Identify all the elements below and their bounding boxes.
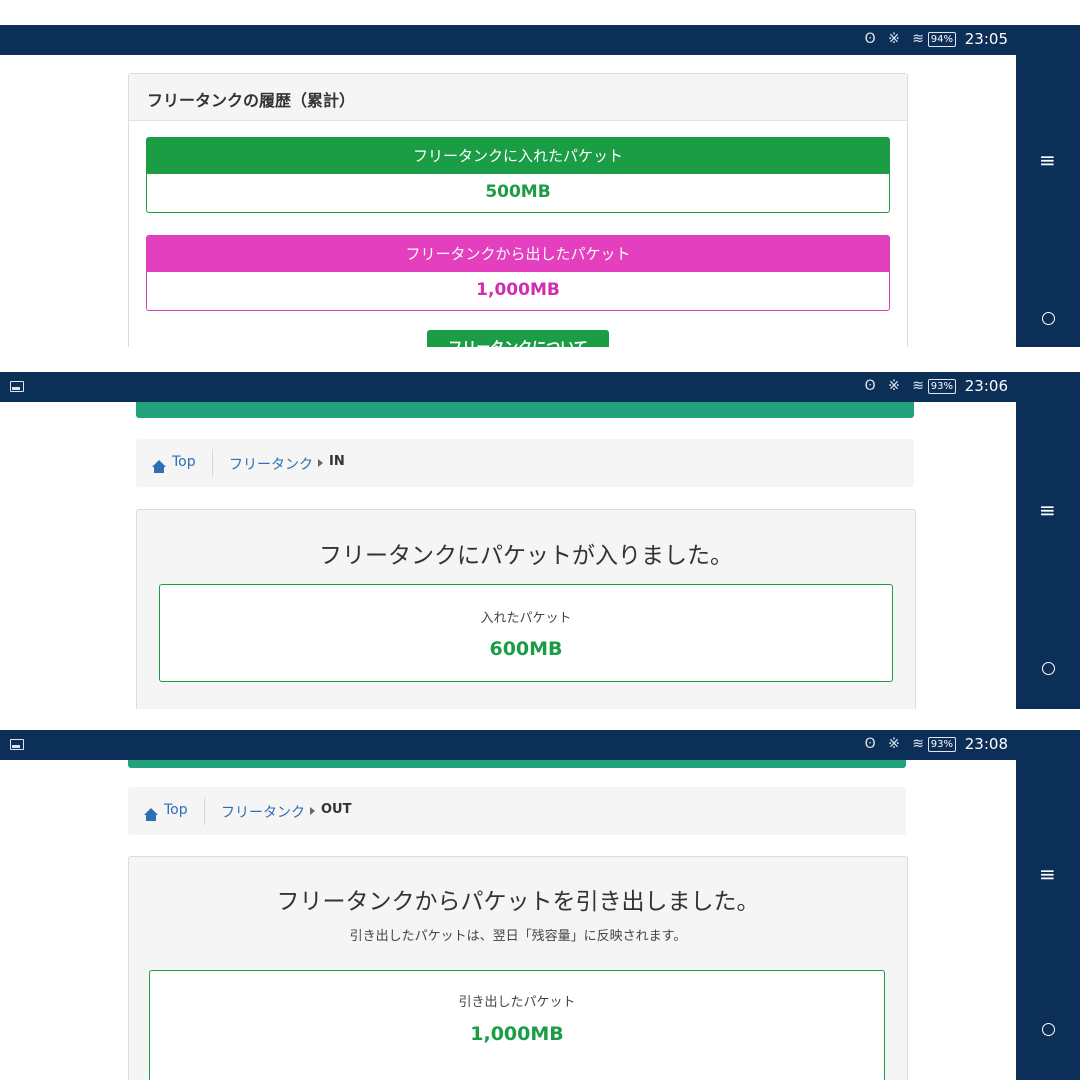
screenshot-panel-history: ʘ ※ ≋ 94% 23:05 フリータンクの履歴（累計） フリータンクに入れた… xyxy=(0,25,1080,347)
stat-packets-out: フリータンクから出したパケット 1,000MB xyxy=(146,235,890,311)
breadcrumb-top-label: Top xyxy=(172,454,196,470)
breadcrumb-arrow-icon xyxy=(318,459,323,467)
menu-icon[interactable]: ≡ xyxy=(1039,150,1056,170)
stat-packets-in: フリータンクに入れたパケット 500MB xyxy=(146,137,890,213)
breadcrumb-divider xyxy=(204,797,205,825)
result-heading: フリータンクにパケットが入りました。 xyxy=(319,543,733,569)
status-bar: ʘ ※ ≋ 94% 23:05 xyxy=(0,25,1016,55)
status-time: 23:05 xyxy=(964,30,1008,48)
status-bar: ʘ ※ ≋ 93% 23:08 xyxy=(0,730,1016,760)
gallery-icon xyxy=(10,739,24,750)
battery-indicator: 94% xyxy=(927,32,956,47)
status-time: 23:06 xyxy=(964,377,1008,395)
result-heading: フリータンクからパケットを引き出しました。 xyxy=(276,889,760,915)
home-circle-icon[interactable] xyxy=(1042,312,1055,325)
navigation-bar: ≡ xyxy=(1016,372,1080,709)
history-card-title: フリータンクの履歴（累計） xyxy=(147,91,356,110)
stat-packets-out-value: 1,000MB xyxy=(476,280,560,300)
stat-packets-out-label: フリータンクから出したパケット xyxy=(147,236,889,272)
breadcrumb-divider xyxy=(212,449,213,477)
home-icon xyxy=(152,460,166,473)
home-circle-icon[interactable] xyxy=(1042,1023,1055,1036)
status-bar: ʘ ※ ≋ 93% 23:06 xyxy=(0,372,1016,402)
status-icons: ʘ ※ ≋ xyxy=(864,736,928,752)
home-icon xyxy=(144,808,158,821)
status-time: 23:08 xyxy=(964,735,1008,753)
gallery-icon xyxy=(10,381,24,392)
result-card-in: フリータンクにパケットが入りました。 入れたパケット 600MB xyxy=(136,509,916,709)
battery-indicator: 93% xyxy=(927,737,956,752)
status-icons: ʘ ※ ≋ xyxy=(864,31,928,47)
breadcrumb: Top フリータンク IN xyxy=(136,439,914,487)
screenshot-panel-out: ʘ ※ ≋ 93% 23:08 Top フリータンク OUT フリータンクからパ… xyxy=(0,730,1080,1080)
result-card-out: フリータンクからパケットを引き出しました。 引き出したパケットは、翌日「残容量」… xyxy=(128,856,908,1080)
menu-icon[interactable]: ≡ xyxy=(1039,500,1056,520)
result-box-value: 1,000MB xyxy=(470,1023,564,1045)
result-box: 引き出したパケット 1,000MB xyxy=(149,970,885,1080)
breadcrumb-top-link[interactable]: Top xyxy=(144,802,188,821)
result-box-label: 引き出したパケット xyxy=(458,995,576,1010)
stat-packets-in-label: フリータンクに入れたパケット xyxy=(147,138,889,174)
screenshot-panel-in: ʘ ※ ≋ 93% 23:06 Top フリータンク IN フリータンクにパケッ… xyxy=(0,372,1080,709)
history-card-header: フリータンクの履歴（累計） xyxy=(129,74,907,121)
breadcrumb-section-link[interactable]: フリータンク xyxy=(229,454,313,474)
navigation-bar: ≡ xyxy=(1016,25,1080,347)
result-box: 入れたパケット 600MB xyxy=(159,584,893,682)
breadcrumb-section-link[interactable]: フリータンク xyxy=(221,802,305,822)
menu-icon[interactable]: ≡ xyxy=(1039,864,1056,884)
breadcrumb-top-link[interactable]: Top xyxy=(152,454,196,473)
home-circle-icon[interactable] xyxy=(1042,662,1055,675)
battery-indicator: 93% xyxy=(927,379,956,394)
breadcrumb-top-label: Top xyxy=(164,802,188,818)
about-free-tank-button[interactable]: フリータンクについて xyxy=(427,330,609,347)
status-icons: ʘ ※ ≋ xyxy=(864,378,928,394)
breadcrumb-current: OUT xyxy=(321,802,352,817)
breadcrumb-current: IN xyxy=(329,454,345,469)
breadcrumb-arrow-icon xyxy=(310,807,315,815)
result-box-label: 入れたパケット xyxy=(480,611,572,626)
navigation-bar: ≡ xyxy=(1016,730,1080,1080)
header-strip xyxy=(136,400,914,418)
breadcrumb: Top フリータンク OUT xyxy=(128,787,906,835)
stat-packets-in-value: 500MB xyxy=(485,182,551,202)
result-note: 引き出したパケットは、翌日「残容量」に反映されます。 xyxy=(349,929,687,944)
result-box-value: 600MB xyxy=(489,638,563,660)
